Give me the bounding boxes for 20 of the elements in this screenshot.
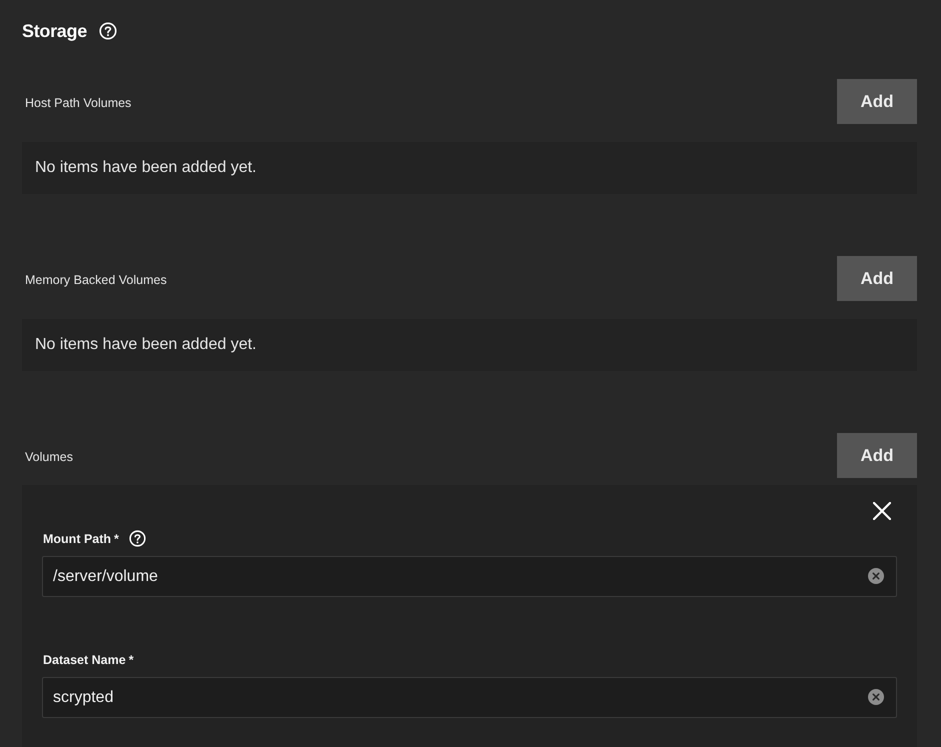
close-icon[interactable] [873,502,891,520]
section-label: Volumes [24,448,73,464]
section-label: Host Path Volumes [24,94,132,110]
help-icon[interactable] [98,22,117,40]
section-label: Memory Backed Volumes [24,272,167,286]
required-asterisk: * [114,532,119,546]
add-button[interactable]: Add [837,433,917,478]
empty-list-box: No items have been added yet. [22,142,917,194]
text-input[interactable]: scrypted [42,677,897,718]
field-label: Dataset Name [43,652,126,666]
empty-list-box: No items have been added yet. [22,319,917,371]
add-button[interactable]: Add [837,256,917,301]
field-label: Mount Path [43,532,112,546]
page-title: Storage [22,20,87,42]
clear-icon[interactable] [868,568,884,584]
clear-icon[interactable] [868,689,884,705]
text-input[interactable]: /server/volume [42,556,897,597]
add-button[interactable]: Add [837,79,917,124]
required-asterisk: * [128,652,134,666]
help-icon[interactable] [128,530,146,547]
